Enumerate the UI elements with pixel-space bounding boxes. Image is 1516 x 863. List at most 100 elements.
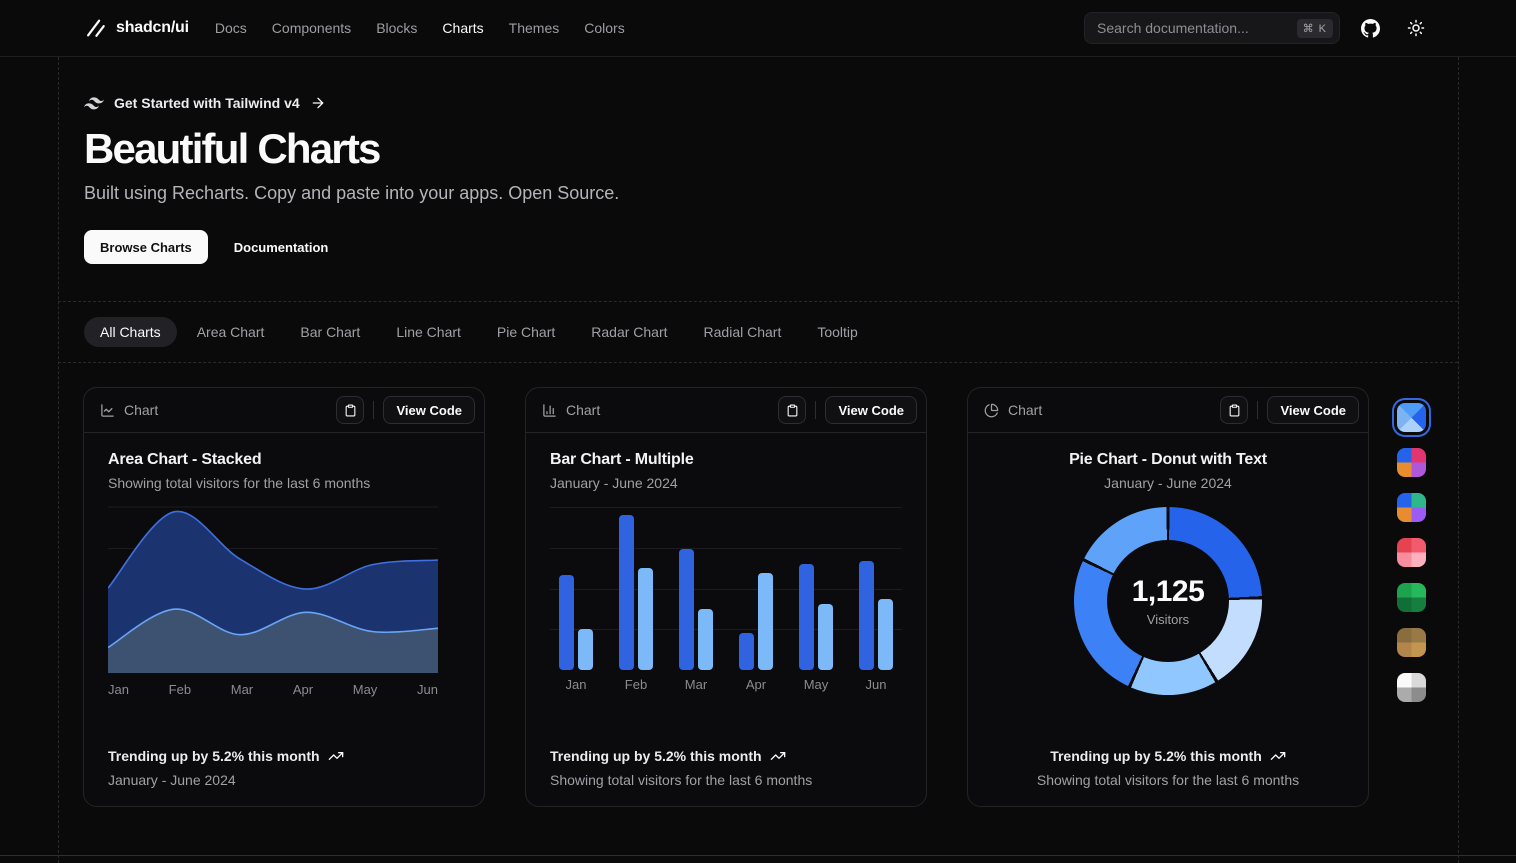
container-border-left xyxy=(58,57,59,863)
theme-swatch-gray[interactable] xyxy=(1397,673,1426,702)
mobile-bar xyxy=(878,599,893,670)
nav-links: Docs Components Blocks Charts Themes Colors xyxy=(215,20,625,36)
nav-link-docs[interactable]: Docs xyxy=(215,20,247,36)
card-toolbar: Chart View Code xyxy=(968,388,1368,433)
mobile-bar xyxy=(578,629,593,670)
chart-card-description: January - June 2024 xyxy=(992,475,1344,491)
x-tick-label: Mar xyxy=(231,682,253,697)
desktop-bar xyxy=(859,561,874,670)
donut-total-value: 1,125 xyxy=(1132,575,1205,609)
trend-text-row: Trending up by 5.2% this month xyxy=(550,748,902,764)
tab-pie-chart[interactable]: Pie Chart xyxy=(481,317,571,347)
bar-group-feb[interactable] xyxy=(613,515,659,670)
brand-name: shadcn/ui xyxy=(116,19,189,37)
x-tick-label: May xyxy=(353,682,378,697)
nav-link-components[interactable]: Components xyxy=(272,20,351,36)
desktop-bar xyxy=(739,633,754,670)
bar-group-may[interactable] xyxy=(793,564,839,670)
theme-swatch-rose[interactable] xyxy=(1397,538,1426,567)
nav-link-colors[interactable]: Colors xyxy=(584,20,624,36)
mobile-bar xyxy=(758,573,773,670)
page-title: Beautiful Charts xyxy=(84,125,619,173)
top-navigation: shadcn/ui Docs Components Blocks Charts Them… xyxy=(0,0,1516,57)
pie-chart-card: Chart View Code Pie Chart - xyxy=(967,387,1369,807)
copy-code-button[interactable] xyxy=(778,396,806,424)
chart-card-title: Pie Chart - Donut with Text xyxy=(992,451,1344,469)
footer-caption: January - June 2024 xyxy=(108,772,460,788)
x-tick-label: Jun xyxy=(853,677,899,692)
banner-label: Get Started with Tailwind v4 xyxy=(114,95,300,111)
trend-label: Trending up by 5.2% this month xyxy=(550,748,762,764)
toolbar-actions: View Code xyxy=(778,396,917,424)
tab-bar-chart[interactable]: Bar Chart xyxy=(284,317,376,347)
tab-line-chart[interactable]: Line Chart xyxy=(380,317,477,347)
clipboard-icon xyxy=(344,404,357,417)
x-tick-label: Jun xyxy=(417,682,438,697)
copy-code-button[interactable] xyxy=(336,396,364,424)
bar-chart-plot xyxy=(550,507,902,670)
x-tick-label: Feb xyxy=(169,682,191,697)
bar-group-mar[interactable] xyxy=(673,549,719,670)
toolbar-actions: View Code xyxy=(336,396,475,424)
desktop-bar xyxy=(559,575,574,670)
donut-total-caption: Visitors xyxy=(1147,612,1189,627)
github-icon xyxy=(1361,19,1380,38)
tab-all-charts[interactable]: All Charts xyxy=(84,317,177,347)
card-toolbar: Chart View Code xyxy=(526,388,926,433)
view-code-button[interactable]: View Code xyxy=(825,396,917,424)
toolbar-label: Chart xyxy=(1008,402,1042,418)
search-placeholder: Search documentation... xyxy=(1097,20,1249,36)
x-tick-label: Feb xyxy=(613,677,659,692)
trending-up-icon xyxy=(770,748,786,764)
brand-home-link[interactable]: shadcn/ui xyxy=(84,17,189,39)
charts-page: shadcn/ui Docs Components Blocks Charts Them… xyxy=(0,0,1516,863)
theme-swatch-blue[interactable] xyxy=(1397,403,1426,432)
hero-cta-row: Browse Charts Documentation xyxy=(84,230,619,264)
toolbar-separator xyxy=(1257,401,1258,419)
github-button[interactable] xyxy=(1354,12,1386,44)
chart-cards-row: Chart View Code Area Chart xyxy=(83,387,1369,807)
bar-group-apr[interactable] xyxy=(733,573,779,670)
documentation-button[interactable]: Documentation xyxy=(218,230,345,264)
view-code-button[interactable]: View Code xyxy=(1267,396,1359,424)
nav-link-themes[interactable]: Themes xyxy=(509,20,560,36)
card-body: Pie Chart - Donut with Text January - Ju… xyxy=(968,433,1368,734)
bar-group-jan[interactable] xyxy=(553,575,599,670)
copy-code-button[interactable] xyxy=(1220,396,1248,424)
toolbar-label: Chart xyxy=(566,402,600,418)
view-code-button[interactable]: View Code xyxy=(383,396,475,424)
search-input[interactable]: Search documentation... ⌘ K xyxy=(1084,12,1340,44)
nav-link-blocks[interactable]: Blocks xyxy=(376,20,417,36)
area-chart-plot: JanFebMarAprMayJun xyxy=(108,505,438,697)
toolbar-label: Chart xyxy=(124,402,158,418)
clipboard-icon xyxy=(786,404,799,417)
tab-area-chart[interactable]: Area Chart xyxy=(181,317,281,347)
theme-swatch-green[interactable] xyxy=(1397,583,1426,612)
browse-charts-button[interactable]: Browse Charts xyxy=(84,230,208,264)
chart-card-description: Showing total visitors for the last 6 mo… xyxy=(108,475,460,491)
tab-radar-chart[interactable]: Radar Chart xyxy=(575,317,683,347)
theme-swatch-palette[interactable] xyxy=(1397,493,1426,522)
tab-tooltip[interactable]: Tooltip xyxy=(801,317,873,347)
footer-caption: Showing total visitors for the last 6 mo… xyxy=(992,772,1344,788)
x-tick-label: Jan xyxy=(553,677,599,692)
theme-swatch-default[interactable] xyxy=(1397,448,1426,477)
card-footer: Trending up by 5.2% this month Showing t… xyxy=(526,734,926,806)
trend-text-row: Trending up by 5.2% this month xyxy=(992,748,1344,764)
bar-group-jun[interactable] xyxy=(853,561,899,670)
tailwind-banner-link[interactable]: Get Started with Tailwind v4 xyxy=(84,95,619,111)
tab-radial-chart[interactable]: Radial Chart xyxy=(688,317,798,347)
area-chart-card: Chart View Code Area Chart xyxy=(83,387,485,807)
trend-text-row: Trending up by 5.2% this month xyxy=(108,748,460,764)
clipboard-icon xyxy=(1228,404,1241,417)
chart-type-tabs: All ChartsArea ChartBar ChartLine ChartP… xyxy=(58,302,1458,362)
chart-card-description: January - June 2024 xyxy=(550,475,902,491)
nav-link-charts[interactable]: Charts xyxy=(442,20,483,36)
topbar-right: Search documentation... ⌘ K xyxy=(1084,12,1432,44)
chart-pie-icon xyxy=(984,403,999,418)
theme-toggle-button[interactable] xyxy=(1400,12,1432,44)
x-tick-label: May xyxy=(793,677,839,692)
x-tick-label: Jan xyxy=(108,682,129,697)
theme-swatch-amber[interactable] xyxy=(1397,628,1426,657)
card-body: Bar Chart - Multiple January - June 2024… xyxy=(526,433,926,734)
